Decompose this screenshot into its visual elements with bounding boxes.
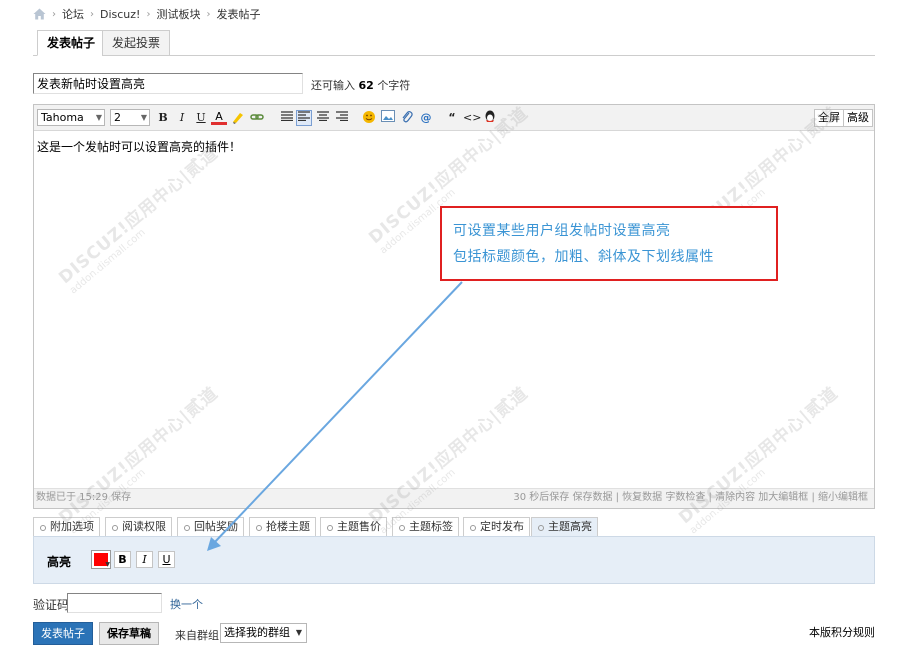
annotation-line-2: 包括标题颜色，加粗、斜体及下划线属性	[453, 249, 714, 265]
annotation-arrow	[207, 281, 463, 551]
annotation-box: 可设置某些用户组发帖时设置高亮 包括标题颜色，加粗、斜体及下划线属性	[440, 206, 778, 281]
annotation-line-1: 可设置某些用户组发帖时设置高亮	[453, 223, 671, 239]
